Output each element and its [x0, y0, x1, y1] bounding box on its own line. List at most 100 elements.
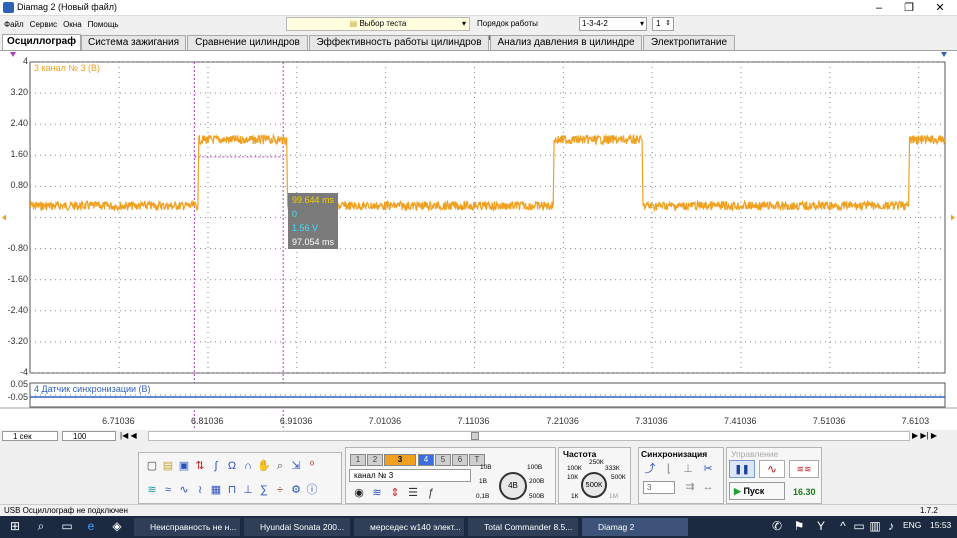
formula-icon[interactable]: ƒ — [424, 486, 438, 500]
channel-name-field[interactable]: канал № 3 — [349, 469, 471, 482]
cursor-readout: 99.644 ms 0 1.56 V 97.054 ms — [288, 193, 338, 249]
sync-auto-icon[interactable]: ✂ — [701, 462, 715, 476]
count-select[interactable]: 100 — [62, 431, 116, 441]
tab-power[interactable]: Электропитание — [643, 35, 735, 50]
timebase-select[interactable]: 1 сек — [2, 431, 58, 441]
menu-help[interactable]: Помощь — [88, 20, 119, 29]
oscilloscope-plot[interactable]: 4 3.20 2.40 1.60 0.80 -0.80 -1.60 -2.40 -3.20 -4 … — [0, 50, 957, 431]
wave2-icon[interactable]: ∿ — [177, 483, 191, 497]
sync-expand-icon[interactable]: ↔ — [701, 480, 715, 494]
order-select[interactable]: 1-3-4-2 ▾ — [579, 17, 647, 31]
scale-icon[interactable]: ⇅ — [193, 459, 207, 473]
save-icon[interactable]: ▣ — [177, 459, 191, 473]
channel-4-button[interactable]: 4 — [418, 454, 434, 466]
test-select[interactable]: ▤ Выбор теста ▾ — [286, 17, 470, 31]
offset-icon[interactable]: ⇕ — [388, 486, 402, 500]
channel-3-button[interactable]: 3 — [384, 454, 416, 466]
wave3-icon[interactable]: ≀ — [193, 483, 207, 497]
pause-button[interactable]: ❚❚ — [729, 460, 755, 478]
window-title: Diamag 2 (Новый файл) — [17, 2, 117, 12]
frequency-knob[interactable]: 500К — [581, 472, 607, 498]
cursor-icon[interactable]: ∫ — [209, 459, 223, 473]
taskbar-item-1[interactable]: Неисправность не н... — [134, 518, 240, 536]
pulse-icon[interactable]: ⊓ — [225, 483, 239, 497]
chevron-up-icon[interactable]: ^ — [836, 519, 850, 533]
measure-icon[interactable]: ⊥ — [241, 483, 255, 497]
lines-icon[interactable]: ☰ — [406, 486, 420, 500]
new-file-icon[interactable]: ▢ — [145, 459, 159, 473]
zoom-icon[interactable]: ⌕ — [273, 459, 287, 473]
menu-windows[interactable]: Окна — [63, 20, 82, 29]
play-icon: ▶ — [734, 486, 741, 496]
sync-fall-icon[interactable]: ⌊ — [662, 462, 676, 476]
channel-6-button[interactable]: 6 — [452, 454, 468, 466]
minimize-icon[interactable]: – — [864, 0, 894, 16]
start-icon[interactable]: ⊞ — [8, 519, 22, 533]
plot-canvas[interactable] — [0, 51, 957, 431]
divide-icon[interactable]: ÷ — [273, 483, 287, 497]
reset-icon[interactable]: ⁰ — [305, 459, 319, 473]
export-icon[interactable]: ⇲ — [289, 459, 303, 473]
sync-panel-frame — [29, 382, 946, 408]
close-icon[interactable]: ✕ — [925, 0, 955, 16]
cursor-channel: 0 — [292, 209, 298, 219]
volume-icon[interactable]: ♪ — [884, 519, 898, 533]
tab-cylinder-efficiency[interactable]: Эффективность работы цилиндров — [309, 35, 489, 50]
eye-icon[interactable]: ◉ — [352, 486, 366, 500]
taskbar-item-3[interactable]: мерседес w140 элект... — [354, 518, 464, 536]
grid-icon[interactable]: ▦ — [209, 483, 223, 497]
time-scrollbar[interactable] — [148, 431, 910, 441]
taskview-icon[interactable]: ▭ — [60, 519, 74, 533]
channel-5-button[interactable]: 5 — [435, 454, 451, 466]
channel-2-button[interactable]: 2 — [367, 454, 383, 466]
battery-icon[interactable]: ▭ — [852, 519, 866, 533]
tab-pressure-analysis[interactable]: Анализ давления в цилиндре — [490, 35, 642, 50]
taskbar-item-2[interactable]: Hyundai Sonata 200... — [244, 518, 350, 536]
menu-file[interactable]: Файл — [4, 20, 24, 29]
menu-service[interactable]: Сервис — [30, 20, 57, 29]
amplitude-value: 4В — [508, 481, 518, 490]
settings-icon[interactable]: ⚙ — [289, 483, 303, 497]
sync-level-icon[interactable]: ⊥ — [681, 462, 695, 476]
viber-icon[interactable]: ✆ — [770, 519, 784, 533]
amplitude-knob[interactable]: 4В — [499, 472, 527, 500]
taskbar-item-4[interactable]: Total Commander 8.5... — [468, 518, 578, 536]
invert-icon[interactable]: ≋ — [370, 486, 384, 500]
amp-mark-10: 10В — [480, 464, 492, 471]
language-indicator[interactable]: ENG — [903, 520, 921, 530]
sync-title: Синхронизация — [641, 449, 708, 459]
noise-wave-button[interactable]: ≋≋ — [789, 460, 819, 478]
yandex-icon[interactable]: Y — [814, 519, 828, 533]
scroll-thumb[interactable] — [471, 432, 479, 440]
open-file-icon[interactable]: ▤ — [161, 459, 175, 473]
taskbar-item-5[interactable]: Diamag 2 — [582, 518, 688, 536]
math-icon[interactable]: ∑ — [257, 483, 271, 497]
sine-wave-button[interactable]: ∿ — [759, 460, 785, 478]
restore-icon[interactable]: ❐ — [894, 0, 924, 16]
tab-oscilloscope[interactable]: Осциллограф — [2, 34, 81, 50]
auto-icon[interactable]: ∩ — [241, 459, 255, 473]
edge-icon[interactable]: e — [84, 519, 98, 533]
info-icon[interactable]: ⓘ — [305, 483, 319, 497]
cursor-voltage: 1.56 V — [292, 223, 319, 233]
headphones-icon[interactable]: Ω — [225, 459, 239, 473]
sync-channel-select[interactable]: 3 — [643, 481, 675, 494]
wave-icon[interactable]: ≈ — [161, 483, 175, 497]
search-icon[interactable]: ⌕ — [34, 519, 48, 533]
start-button[interactable]: ▶ Пуск — [729, 482, 785, 500]
channel-1-button[interactable]: 1 — [350, 454, 366, 466]
x-tick-label: 6.81036 — [190, 416, 224, 426]
cylinder-stepper[interactable]: 1 ⇕ — [652, 17, 674, 31]
tray-icon[interactable]: ⚑ — [792, 519, 806, 533]
diamag-taskbar-icon[interactable]: ◈ — [110, 519, 124, 533]
network-icon[interactable]: ▥ — [868, 519, 882, 533]
scroll-start-icon[interactable]: |◀ ◀ — [120, 431, 146, 441]
hand-icon[interactable]: ✋ — [257, 459, 271, 473]
tab-ignition[interactable]: Система зажигания — [81, 35, 186, 50]
taskbar: ⊞ ⌕ ▭ e ◈ Неисправность не н... Hyundai … — [0, 516, 957, 538]
scroll-end-icon[interactable]: ▶ ▶| ▶ — [912, 431, 956, 441]
sync-rise-icon[interactable]: ⤴ — [643, 462, 657, 476]
sync-arrows-icon[interactable]: ⇉ — [683, 480, 697, 494]
tab-cylinder-compare[interactable]: Сравнение цилиндров — [187, 35, 308, 50]
filter-icon[interactable]: ≋ — [145, 483, 159, 497]
